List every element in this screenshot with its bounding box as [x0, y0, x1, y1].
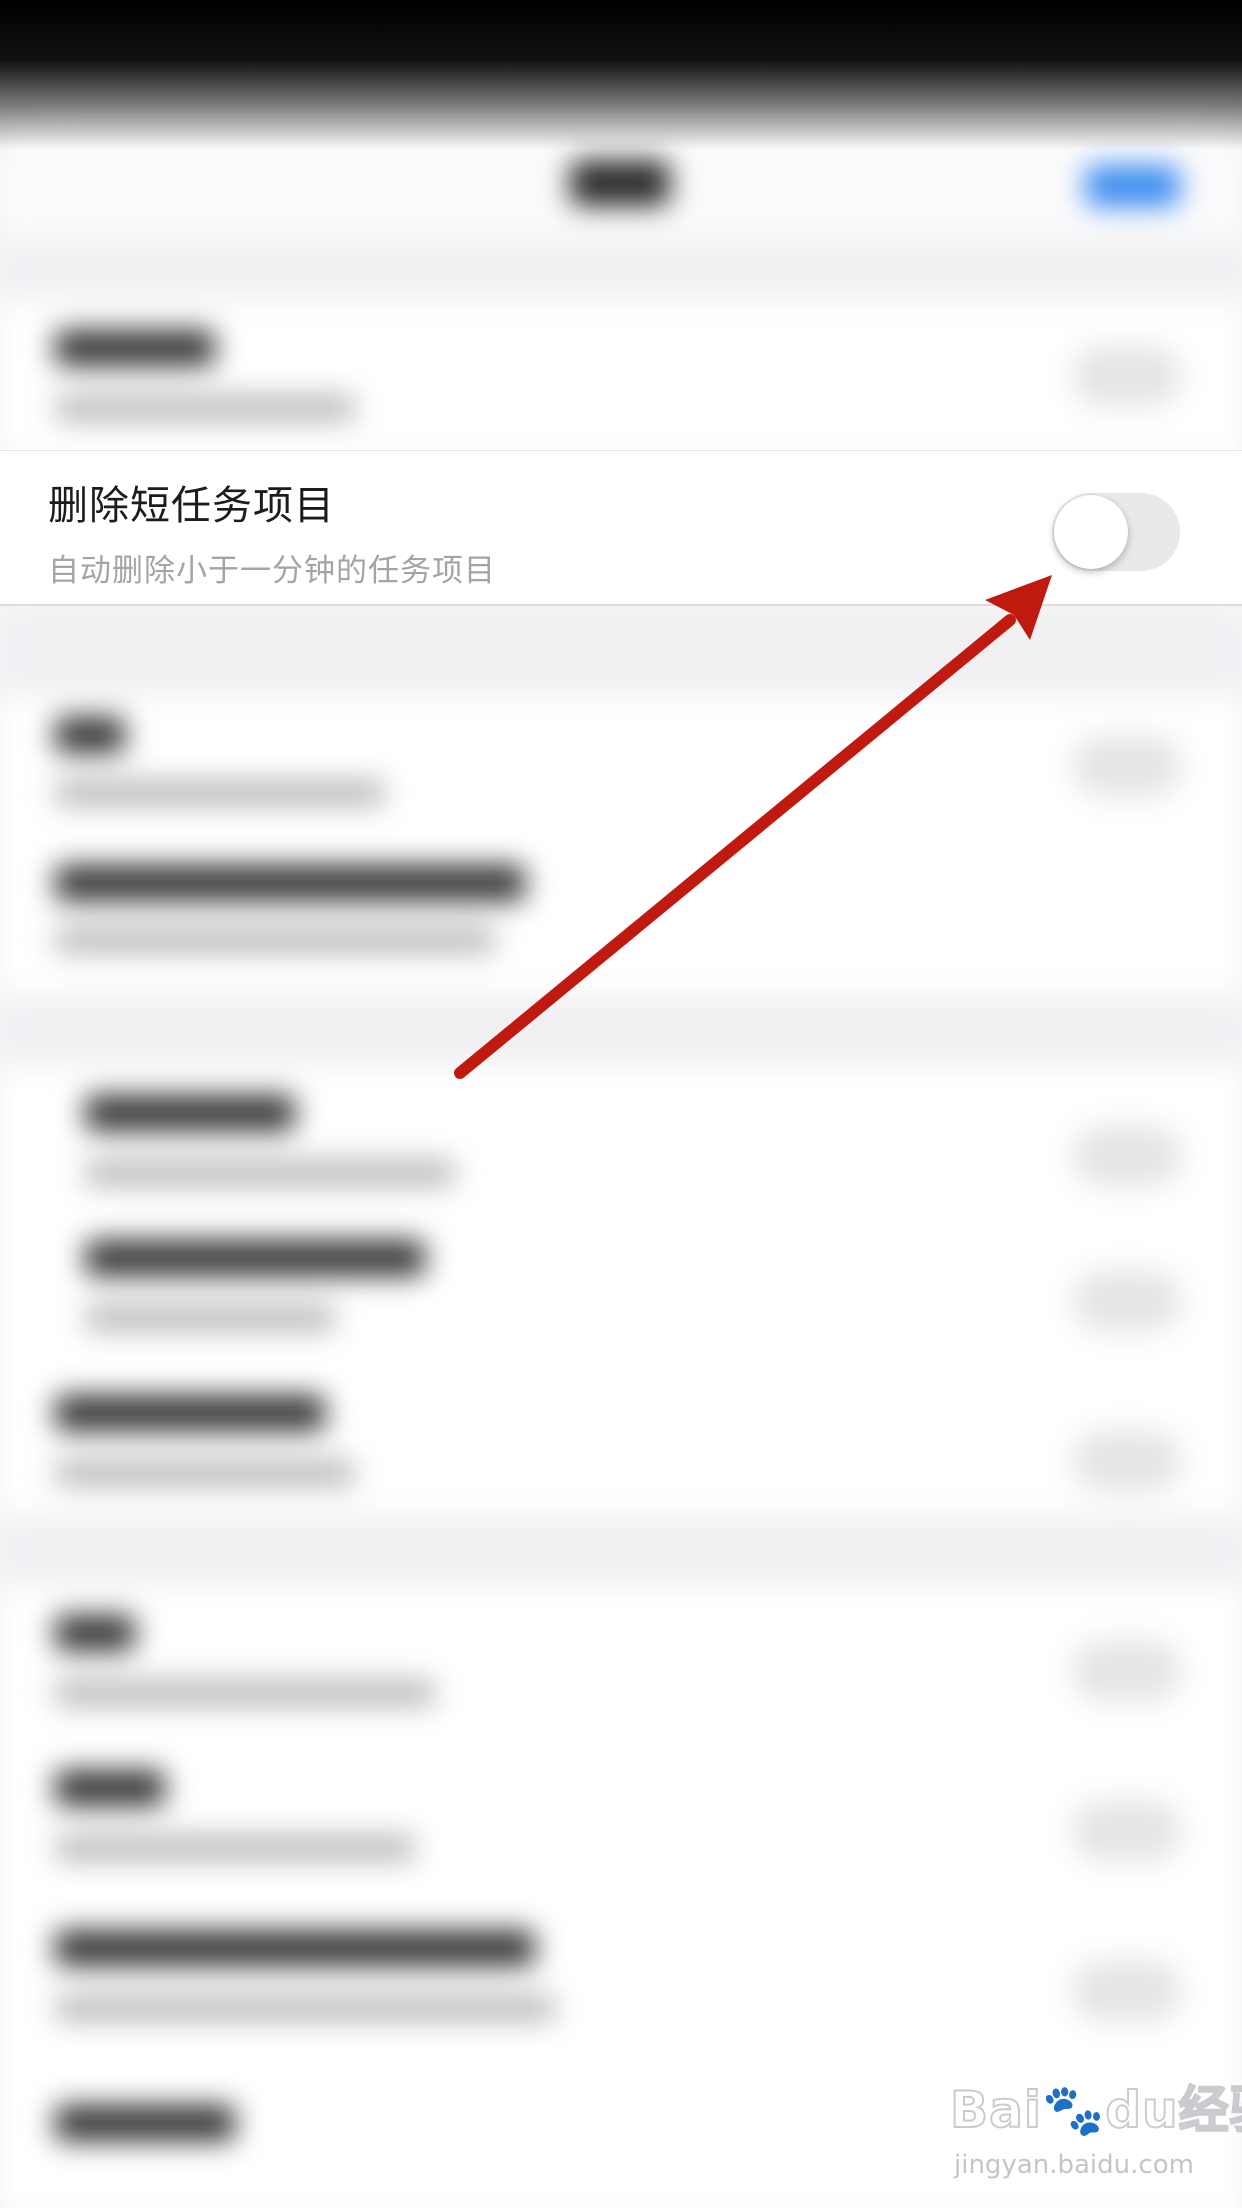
toggle-knob — [1054, 495, 1128, 569]
section-gap — [0, 1515, 1242, 1585]
watermark-url: jingyan.baidu.com — [954, 2150, 1194, 2180]
settings-screen: 删除短任务项目 自动删除小于一分钟的任务项目 Bai🐾du经验 jingyan.… — [0, 0, 1242, 2208]
section-gap — [0, 240, 1242, 300]
top-dark-edge — [0, 0, 1242, 150]
blurred-background — [0, 0, 1242, 2208]
delete-short-tasks-toggle[interactable] — [1052, 493, 1180, 571]
setting-title: 删除短任务项目 — [48, 483, 335, 529]
section-gap — [0, 995, 1242, 1065]
watermark-logo: Bai🐾du经验 — [949, 2080, 1242, 2140]
blurred-setting-group — [0, 695, 1242, 995]
setting-row-delete-short-tasks: 删除短任务项目 自动删除小于一分钟的任务项目 — [0, 450, 1242, 606]
nav-title-blurred — [570, 160, 670, 206]
nav-action-blurred — [1085, 165, 1180, 207]
blurred-setting-group — [0, 1065, 1242, 1515]
section-gap — [0, 605, 1242, 695]
setting-subtitle: 自动删除小于一分钟的任务项目 — [48, 553, 496, 589]
blurred-setting-row — [0, 300, 1242, 450]
baidu-jingyan-watermark: Bai🐾du经验 jingyan.baidu.com — [949, 2070, 1242, 2190]
